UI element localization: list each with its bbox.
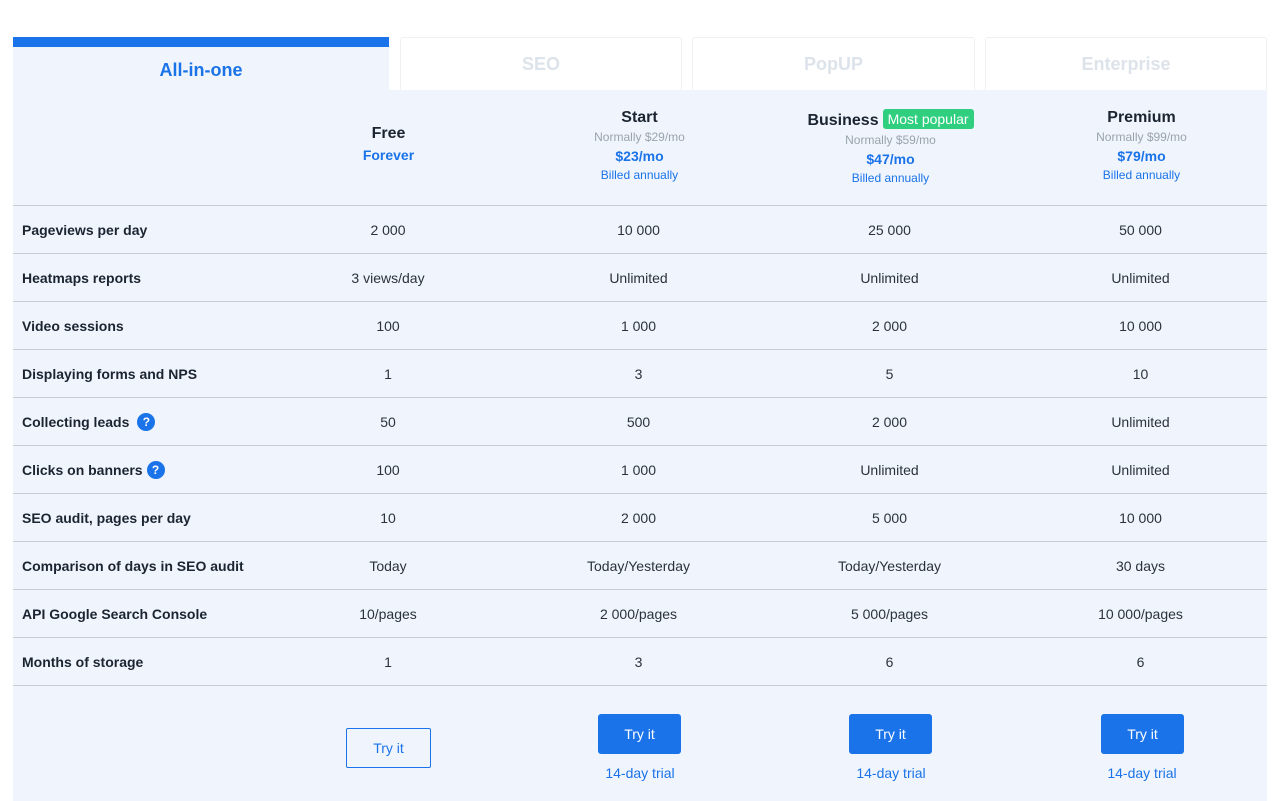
plan-normal-price: Normally $29/mo: [594, 130, 685, 144]
feature-value-start: 10 000: [617, 221, 660, 238]
feature-rows: Pageviews per day 2 000 10 000 25 000 50…: [13, 205, 1267, 686]
tab-seo[interactable]: SEO: [400, 37, 682, 90]
feature-value-start: Unlimited: [609, 269, 668, 286]
feature-value-business: Unlimited: [860, 461, 919, 478]
plan-billing: Billed annually: [1102, 168, 1181, 182]
plan-name: Start: [621, 109, 658, 126]
feature-value-free: 50: [380, 413, 396, 430]
plan-name: Premium: [1107, 109, 1176, 126]
plan-header-premium: Premium Normally $99/mo $79/mo Billed an…: [1016, 109, 1267, 182]
feature-value-free: 2 000: [370, 221, 406, 238]
try-free-button[interactable]: Try it: [346, 728, 431, 768]
feature-label: SEO audit, pages per day: [22, 509, 191, 526]
feature-value-business: Today/Yesterday: [838, 557, 941, 574]
feature-value-premium: Unlimited: [1111, 461, 1170, 478]
feature-value-business: 2 000: [871, 413, 908, 430]
plan-price: $79/mo: [1117, 148, 1166, 164]
feature-value-free: 10/pages: [359, 605, 417, 622]
feature-label-wrap: Collecting leads?: [13, 412, 263, 431]
feature-value-business: 5 000: [871, 509, 908, 526]
feature-value-premium: Unlimited: [1111, 269, 1170, 286]
feature-value-start: 2 000: [620, 509, 657, 526]
tab-all-in-one[interactable]: All-in-one: [13, 37, 389, 90]
table-row: Video sessions 100 1 000 2 000 10 000: [13, 301, 1267, 349]
feature-value-start: Today/Yesterday: [587, 557, 690, 574]
feature-value-start: 3: [634, 365, 643, 382]
help-icon[interactable]: ?: [137, 412, 156, 431]
feature-value-premium: 10 000/pages: [1098, 605, 1183, 622]
feature-value-start: 1 000: [620, 461, 657, 478]
table-row: Clicks on banners? 100 1 000 Unlimited U…: [13, 445, 1267, 493]
trial-link-business[interactable]: 14-day trial: [811, 765, 971, 781]
feature-label: Video sessions: [22, 317, 124, 334]
feature-label-wrap: Clicks on banners?: [13, 460, 263, 479]
feature-value-business: 25 000: [868, 221, 911, 238]
feature-value-start: 3: [634, 653, 643, 670]
plan-name: Business: [807, 112, 879, 129]
feature-value-free: 3 views/day: [351, 269, 425, 286]
plan-billing: Billed annually: [600, 168, 679, 182]
try-premium-button[interactable]: Try it: [1101, 714, 1184, 754]
plan-billing: Billed annually: [851, 171, 930, 185]
feature-value-business: 2 000: [871, 317, 908, 334]
plan-name: Free: [371, 125, 406, 142]
feature-value-business: 6: [885, 653, 894, 670]
plan-price: $23/mo: [615, 148, 664, 164]
trial-link-start[interactable]: 14-day trial: [560, 765, 720, 781]
feature-value-free: 1: [384, 653, 392, 670]
try-business-button[interactable]: Try it: [849, 714, 932, 754]
feature-value-business: 5: [885, 365, 894, 382]
feature-label: Collecting leads: [22, 413, 130, 430]
plan-category-tabs: All-in-one SEO PopUP Enterprise: [13, 37, 1267, 90]
feature-label: API Google Search Console: [22, 605, 208, 622]
feature-value-premium: Unlimited: [1111, 413, 1170, 430]
feature-value-premium: 6: [1136, 653, 1145, 670]
plan-normal-price: Normally $59/mo: [845, 133, 936, 147]
trial-link-premium[interactable]: 14-day trial: [1062, 765, 1222, 781]
feature-value-start: 2 000/pages: [599, 605, 678, 622]
plan-normal-price: Normally $99/mo: [1096, 130, 1187, 144]
table-row: Months of storage 1 3 6 6: [13, 637, 1267, 686]
feature-value-start: 1 000: [620, 317, 657, 334]
help-icon[interactable]: ?: [146, 460, 165, 479]
plan-price: $47/mo: [866, 151, 915, 167]
feature-label: Clicks on banners: [22, 461, 143, 478]
table-row: SEO audit, pages per day 10 2 000 5 000 …: [13, 493, 1267, 541]
feature-value-premium: 50 000: [1119, 221, 1162, 238]
feature-value-free: 10: [380, 509, 396, 526]
feature-label: Comparison of days in SEO audit: [22, 557, 244, 574]
feature-label: Heatmaps reports: [22, 269, 142, 286]
feature-value-free: Today: [369, 557, 407, 574]
plan-name-wrap: Business Most popular: [765, 109, 1016, 130]
feature-value-premium: 10 000: [1119, 317, 1162, 334]
feature-value-free: 1: [384, 365, 392, 382]
try-start-button[interactable]: Try it: [598, 714, 681, 754]
feature-label: Pageviews per day: [22, 221, 148, 238]
most-popular-badge: Most popular: [882, 109, 974, 129]
feature-value-business: Unlimited: [860, 269, 919, 286]
table-row: Collecting leads? 50 500 2 000 Unlimited: [13, 397, 1267, 445]
plan-note: Forever: [362, 147, 415, 163]
table-row: API Google Search Console 10/pages 2 000…: [13, 589, 1267, 637]
plan-header-business: Business Most popular Normally $59/mo $47…: [765, 109, 1016, 185]
tab-popup[interactable]: PopUP: [692, 37, 975, 90]
table-row: Heatmaps reports 3 views/day Unlimited U…: [13, 253, 1267, 301]
feature-label: Months of storage: [22, 653, 144, 670]
feature-value-start: 500: [626, 413, 651, 430]
feature-value-free: 100: [376, 317, 400, 334]
plan-header-start: Start Normally $29/mo $23/mo Billed annu…: [514, 109, 765, 182]
tab-enterprise[interactable]: Enterprise: [985, 37, 1267, 90]
feature-value-business: 5 000/pages: [850, 605, 929, 622]
feature-label: Displaying forms and NPS: [22, 365, 198, 382]
table-row: Pageviews per day 2 000 10 000 25 000 50…: [13, 205, 1267, 253]
table-row: Comparison of days in SEO audit Today To…: [13, 541, 1267, 589]
table-row: Displaying forms and NPS 1 3 5 10: [13, 349, 1267, 397]
feature-value-premium: 10: [1132, 365, 1149, 382]
feature-value-free: 100: [376, 461, 400, 478]
feature-value-premium: 30 days: [1115, 557, 1166, 574]
plan-header-free: Free Forever: [263, 125, 514, 163]
feature-value-premium: 10 000: [1119, 509, 1162, 526]
pricing-table: Free Forever Start Normally $29/mo $23/m…: [13, 90, 1267, 801]
